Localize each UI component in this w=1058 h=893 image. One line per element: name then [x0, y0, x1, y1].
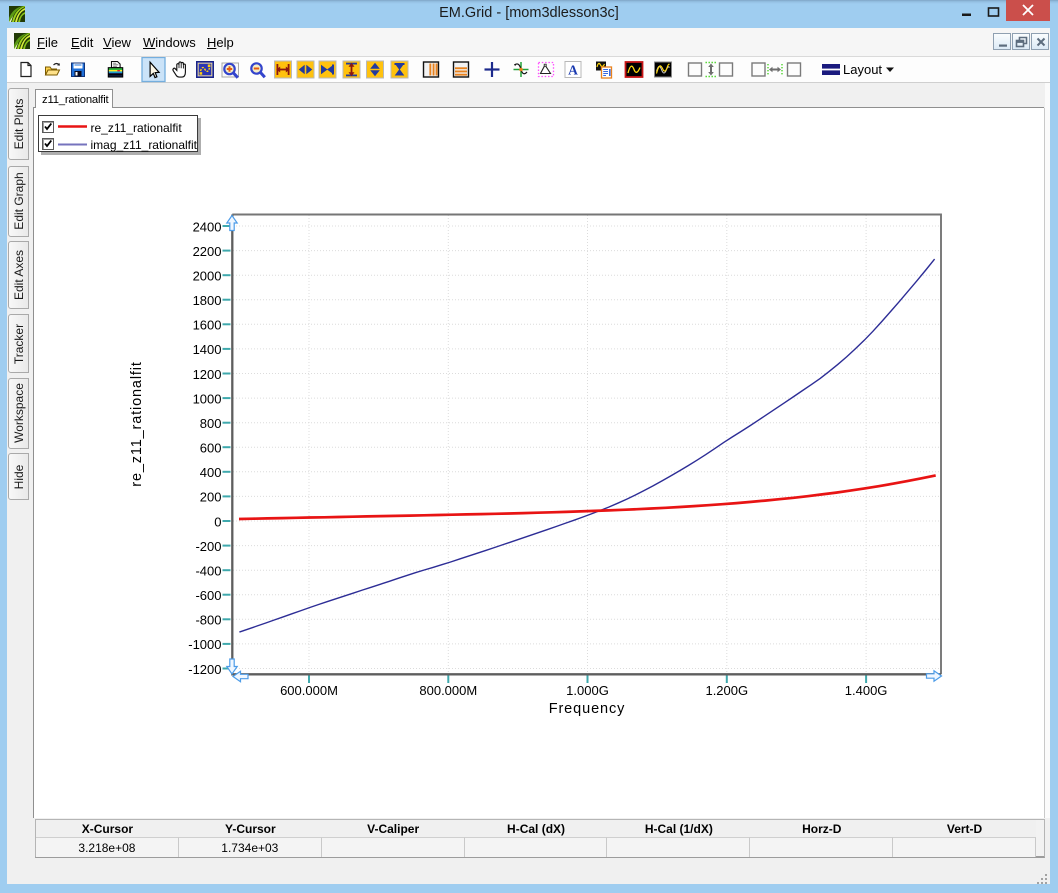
svg-text:200: 200	[200, 490, 222, 505]
svg-text:800: 800	[200, 416, 222, 431]
svg-text:-200: -200	[195, 539, 221, 554]
svg-text:1.400G: 1.400G	[845, 683, 888, 698]
svg-text:-400: -400	[195, 564, 221, 579]
svg-text:1000: 1000	[193, 391, 222, 406]
svg-text:1800: 1800	[193, 293, 222, 308]
svg-text:800.000M: 800.000M	[419, 683, 477, 698]
svg-text:-1200: -1200	[188, 662, 221, 677]
svg-text:-1000: -1000	[188, 637, 221, 652]
svg-text:-800: -800	[195, 613, 221, 628]
svg-text:1.000G: 1.000G	[566, 683, 609, 698]
svg-text:0: 0	[214, 514, 221, 529]
svg-text:2400: 2400	[193, 219, 222, 234]
svg-text:Frequency: Frequency	[549, 701, 626, 717]
svg-text:A: A	[568, 63, 578, 78]
svg-text:1.200G: 1.200G	[705, 683, 748, 698]
svg-text:600.000M: 600.000M	[280, 683, 338, 698]
svg-text:600: 600	[200, 441, 222, 456]
svg-text:2000: 2000	[193, 269, 222, 284]
svg-text:Layout: Layout	[843, 62, 882, 77]
svg-text:-600: -600	[195, 588, 221, 603]
svg-text:2200: 2200	[193, 244, 222, 259]
svg-text:1600: 1600	[193, 318, 222, 333]
svg-text:1200: 1200	[193, 367, 222, 382]
svg-text:re_z11_rationalfit: re_z11_rationalfit	[129, 361, 145, 486]
svg-text:400: 400	[200, 465, 222, 480]
svg-text:1400: 1400	[193, 342, 222, 357]
